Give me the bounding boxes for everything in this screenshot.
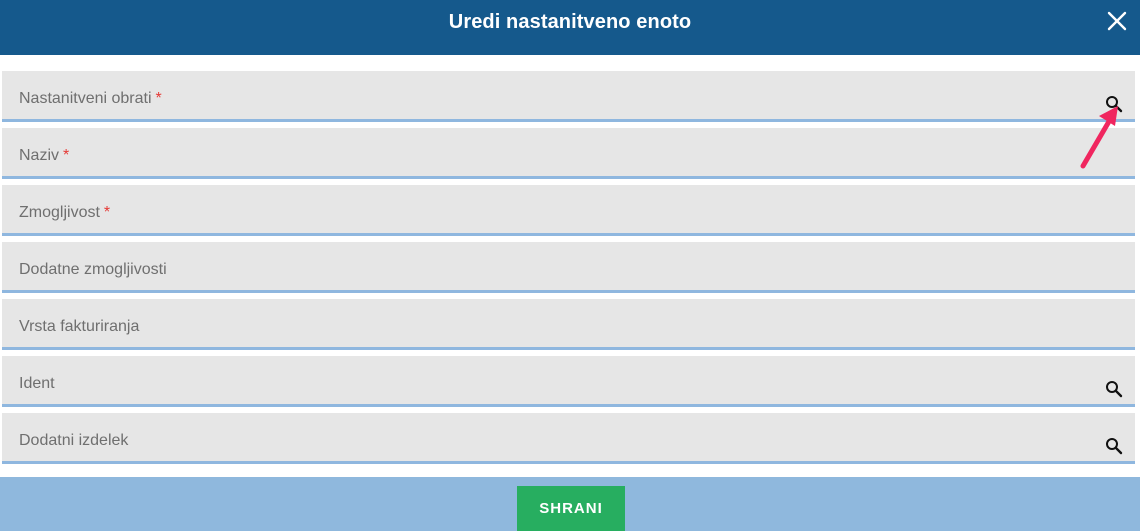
save-button[interactable]: SHRANI [517,486,625,531]
required-mark: * [103,204,111,221]
search-icon[interactable] [1105,437,1123,455]
field-label: Zmogljivost * [19,204,111,221]
required-mark: * [155,90,162,107]
field-label: Nastanitveni obrati * [19,90,162,107]
search-icon[interactable] [1105,380,1123,398]
field-label: Dodatne zmogljivosti [19,261,167,278]
field-zmogljivost[interactable]: Zmogljivost * [2,185,1135,236]
dialog-footer: SHRANI [0,477,1140,531]
dialog-header: Uredi nastanitveno enoto [0,0,1140,55]
field-ident[interactable]: Ident [2,356,1135,407]
required-mark: * [63,147,70,164]
field-dodatni-izdelek[interactable]: Dodatni izdelek [2,413,1135,464]
field-label: Vrsta fakturiranja [19,318,140,335]
form-fields: Nastanitveni obrati * Naziv * Zmogljivost *… [2,71,1135,470]
dialog-title: Uredi nastanitveno enoto [448,11,692,33]
edit-dialog: Uredi nastanitveno enoto Nastanitveni ob… [0,0,1140,531]
field-vrsta-fakturiranja[interactable]: Vrsta fakturiranja [2,299,1135,350]
field-label: Ident [19,375,55,392]
field-label: Naziv * [19,147,70,164]
field-naziv[interactable]: Naziv * [2,128,1135,179]
search-icon[interactable] [1105,95,1123,113]
close-icon [1107,11,1127,31]
field-dodatne-zmogljivosti[interactable]: Dodatne zmogljivosti [2,242,1135,293]
field-label: Dodatni izdelek [19,432,129,449]
close-button[interactable] [1106,10,1128,32]
field-nastanitveni-obrati[interactable]: Nastanitveni obrati * [2,71,1135,122]
